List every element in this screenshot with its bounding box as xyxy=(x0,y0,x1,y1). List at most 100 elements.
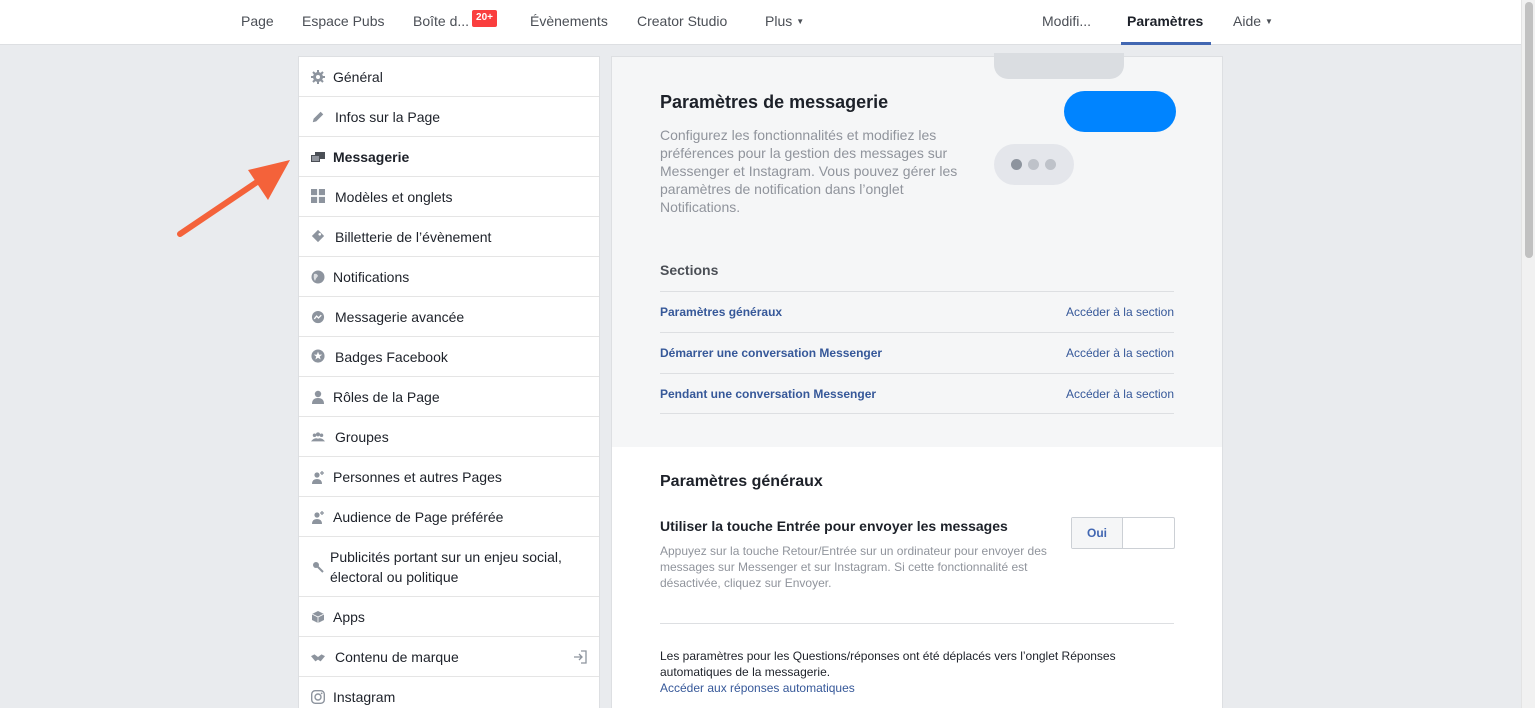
person-plus-icon xyxy=(311,470,325,484)
nav-events[interactable]: Évènements xyxy=(530,0,608,45)
nav-help-label: Aide xyxy=(1233,13,1262,29)
section-name[interactable]: Paramètres généraux xyxy=(660,305,782,319)
sidebar-item-label: Audience de Page préférée xyxy=(333,509,504,525)
sidebar-item-page-roles[interactable]: Rôles de la Page xyxy=(299,377,599,417)
nav-help[interactable]: Aide ▼ xyxy=(1233,0,1273,45)
chat-bubble-illustration xyxy=(1064,91,1176,132)
sidebar-item-label: Badges Facebook xyxy=(335,349,448,365)
ticket-icon xyxy=(311,229,325,243)
nav-more-label: Plus xyxy=(765,13,793,29)
group-icon xyxy=(311,430,325,444)
sidebar-item-label: Contenu de marque xyxy=(335,649,459,665)
general-settings-heading: Paramètres généraux xyxy=(660,473,823,490)
section-row: Pendant une conversation Messenger Accéd… xyxy=(660,373,1174,414)
sidebar-item-label: Apps xyxy=(333,609,365,625)
sidebar-item-label: Billetterie de l’évènement xyxy=(335,229,492,245)
sidebar-item-label: Personnes et autres Pages xyxy=(333,469,502,485)
grid-icon xyxy=(311,189,325,203)
nav-inbox-label: Boîte d... xyxy=(413,13,470,29)
enter-key-setting-description: Appuyez sur la touche Retour/Entrée sur … xyxy=(660,544,1047,590)
cube-icon xyxy=(311,610,325,624)
page-scrollbar[interactable] xyxy=(1521,0,1535,708)
sign-in-icon[interactable] xyxy=(573,650,587,667)
page-title: Paramètres de messagerie xyxy=(660,92,889,112)
messenger-icon xyxy=(311,310,325,324)
nav-settings[interactable]: Paramètres xyxy=(1127,0,1203,45)
qa-moved-note: Les paramètres pour les Questions/répons… xyxy=(660,649,1116,679)
inbox-count-badge: 20+ xyxy=(472,10,498,27)
section-name[interactable]: Démarrer une conversation Messenger xyxy=(660,346,882,360)
toggle-on-option[interactable]: Oui xyxy=(1072,518,1123,548)
nav-more[interactable]: Plus ▼ xyxy=(765,0,804,45)
sidebar-item-label: Instagram xyxy=(333,689,396,705)
sidebar-item-people-pages[interactable]: Personnes et autres Pages xyxy=(299,457,599,497)
sidebar-item-facebook-badges[interactable]: Badges Facebook xyxy=(299,337,599,377)
person-icon xyxy=(311,390,325,404)
typing-dot xyxy=(1045,159,1056,170)
caret-down-icon: ▼ xyxy=(1265,17,1273,26)
automatic-responses-link[interactable]: Accéder aux réponses automatiques xyxy=(660,680,855,696)
sidebar-item-label-line2: électoral ou politique xyxy=(330,569,459,585)
sections-heading: Sections xyxy=(660,262,719,278)
gear-icon xyxy=(311,70,325,84)
instagram-icon xyxy=(311,690,325,704)
sidebar-item-preferred-audience[interactable]: Audience de Page préférée xyxy=(299,497,599,537)
settings-sidebar: Général Infos sur la Page Messagerie Mod… xyxy=(298,56,600,708)
nav-ads[interactable]: Espace Pubs xyxy=(302,0,385,45)
messaging-settings-panel: Paramètres de messagerie Configurez les … xyxy=(611,53,1223,708)
sidebar-item-label: Messagerie xyxy=(333,149,410,165)
handshake-icon xyxy=(311,650,325,664)
section-link[interactable]: Accéder à la section xyxy=(1066,346,1174,360)
page-description: Configurez les fonctionnalités et modifi… xyxy=(660,127,958,215)
sidebar-item-templates-tabs[interactable]: Modèles et onglets xyxy=(299,177,599,217)
enter-key-setting-title: Utiliser la touche Entrée pour envoyer l… xyxy=(660,518,1008,534)
sidebar-item-label: Publicités portant sur un enjeu social, … xyxy=(330,547,562,587)
sidebar-item-branded-content[interactable]: Contenu de marque xyxy=(299,637,599,677)
sidebar-item-instagram[interactable]: Instagram xyxy=(299,677,599,708)
scrollbar-thumb[interactable] xyxy=(1525,2,1533,258)
typing-dot xyxy=(1028,159,1039,170)
sidebar-item-label: Notifications xyxy=(333,269,410,285)
sidebar-item-general[interactable]: Général xyxy=(299,57,599,97)
settings-header: Paramètres de messagerie Configurez les … xyxy=(612,53,1222,447)
section-row: Démarrer une conversation Messenger Accé… xyxy=(660,332,1174,373)
sidebar-item-political-ads[interactable]: Publicités portant sur un enjeu social, … xyxy=(299,537,599,597)
chat-bubble-illustration xyxy=(994,53,1124,79)
sidebar-item-apps[interactable]: Apps xyxy=(299,597,599,637)
sidebar-item-page-info[interactable]: Infos sur la Page xyxy=(299,97,599,137)
star-badge-icon xyxy=(311,349,325,363)
pointer-arrow-icon xyxy=(177,160,290,237)
divider xyxy=(660,623,1174,624)
sidebar-item-advanced-messaging[interactable]: Messagerie avancée xyxy=(299,297,599,337)
enter-key-toggle[interactable]: Oui xyxy=(1071,517,1175,549)
caret-down-icon: ▼ xyxy=(796,17,805,26)
wrench-icon xyxy=(311,560,325,574)
globe-icon xyxy=(311,270,325,284)
sidebar-item-label: Modèles et onglets xyxy=(335,189,453,205)
sidebar-item-label: Rôles de la Page xyxy=(333,389,440,405)
sidebar-item-label: Messagerie avancée xyxy=(335,309,465,325)
top-navigation: Page Espace Pubs Boîte d... 20+ Évènement… xyxy=(0,0,1521,45)
sidebar-item-groups[interactable]: Groupes xyxy=(299,417,599,457)
typing-bubble-illustration xyxy=(994,144,1074,185)
section-link[interactable]: Accéder à la section xyxy=(1066,305,1174,319)
sidebar-item-messaging[interactable]: Messagerie xyxy=(299,137,599,177)
sidebar-item-event-ticketing[interactable]: Billetterie de l’évènement xyxy=(299,217,599,257)
pencil-icon xyxy=(311,110,325,124)
section-name[interactable]: Pendant une conversation Messenger xyxy=(660,387,876,401)
nav-inbox[interactable]: Boîte d... 20+ xyxy=(413,0,498,45)
sidebar-item-label: Groupes xyxy=(335,429,389,445)
typing-dot xyxy=(1011,159,1022,170)
sidebar-item-label-line1: Publicités portant sur un enjeu social, xyxy=(330,549,562,565)
active-tab-indicator xyxy=(1121,42,1211,45)
nav-creator-studio[interactable]: Creator Studio xyxy=(637,0,727,45)
person-plus-icon xyxy=(311,510,325,524)
section-row: Paramètres généraux Accéder à la section xyxy=(660,291,1174,332)
nav-page[interactable]: Page xyxy=(241,0,274,45)
nav-edit[interactable]: Modifi... xyxy=(1042,0,1091,45)
sidebar-item-notifications[interactable]: Notifications xyxy=(299,257,599,297)
sidebar-item-label: Général xyxy=(333,69,383,85)
sidebar-item-label: Infos sur la Page xyxy=(335,109,441,125)
chat-bubbles-icon xyxy=(311,150,325,164)
section-link[interactable]: Accéder à la section xyxy=(1066,387,1174,401)
